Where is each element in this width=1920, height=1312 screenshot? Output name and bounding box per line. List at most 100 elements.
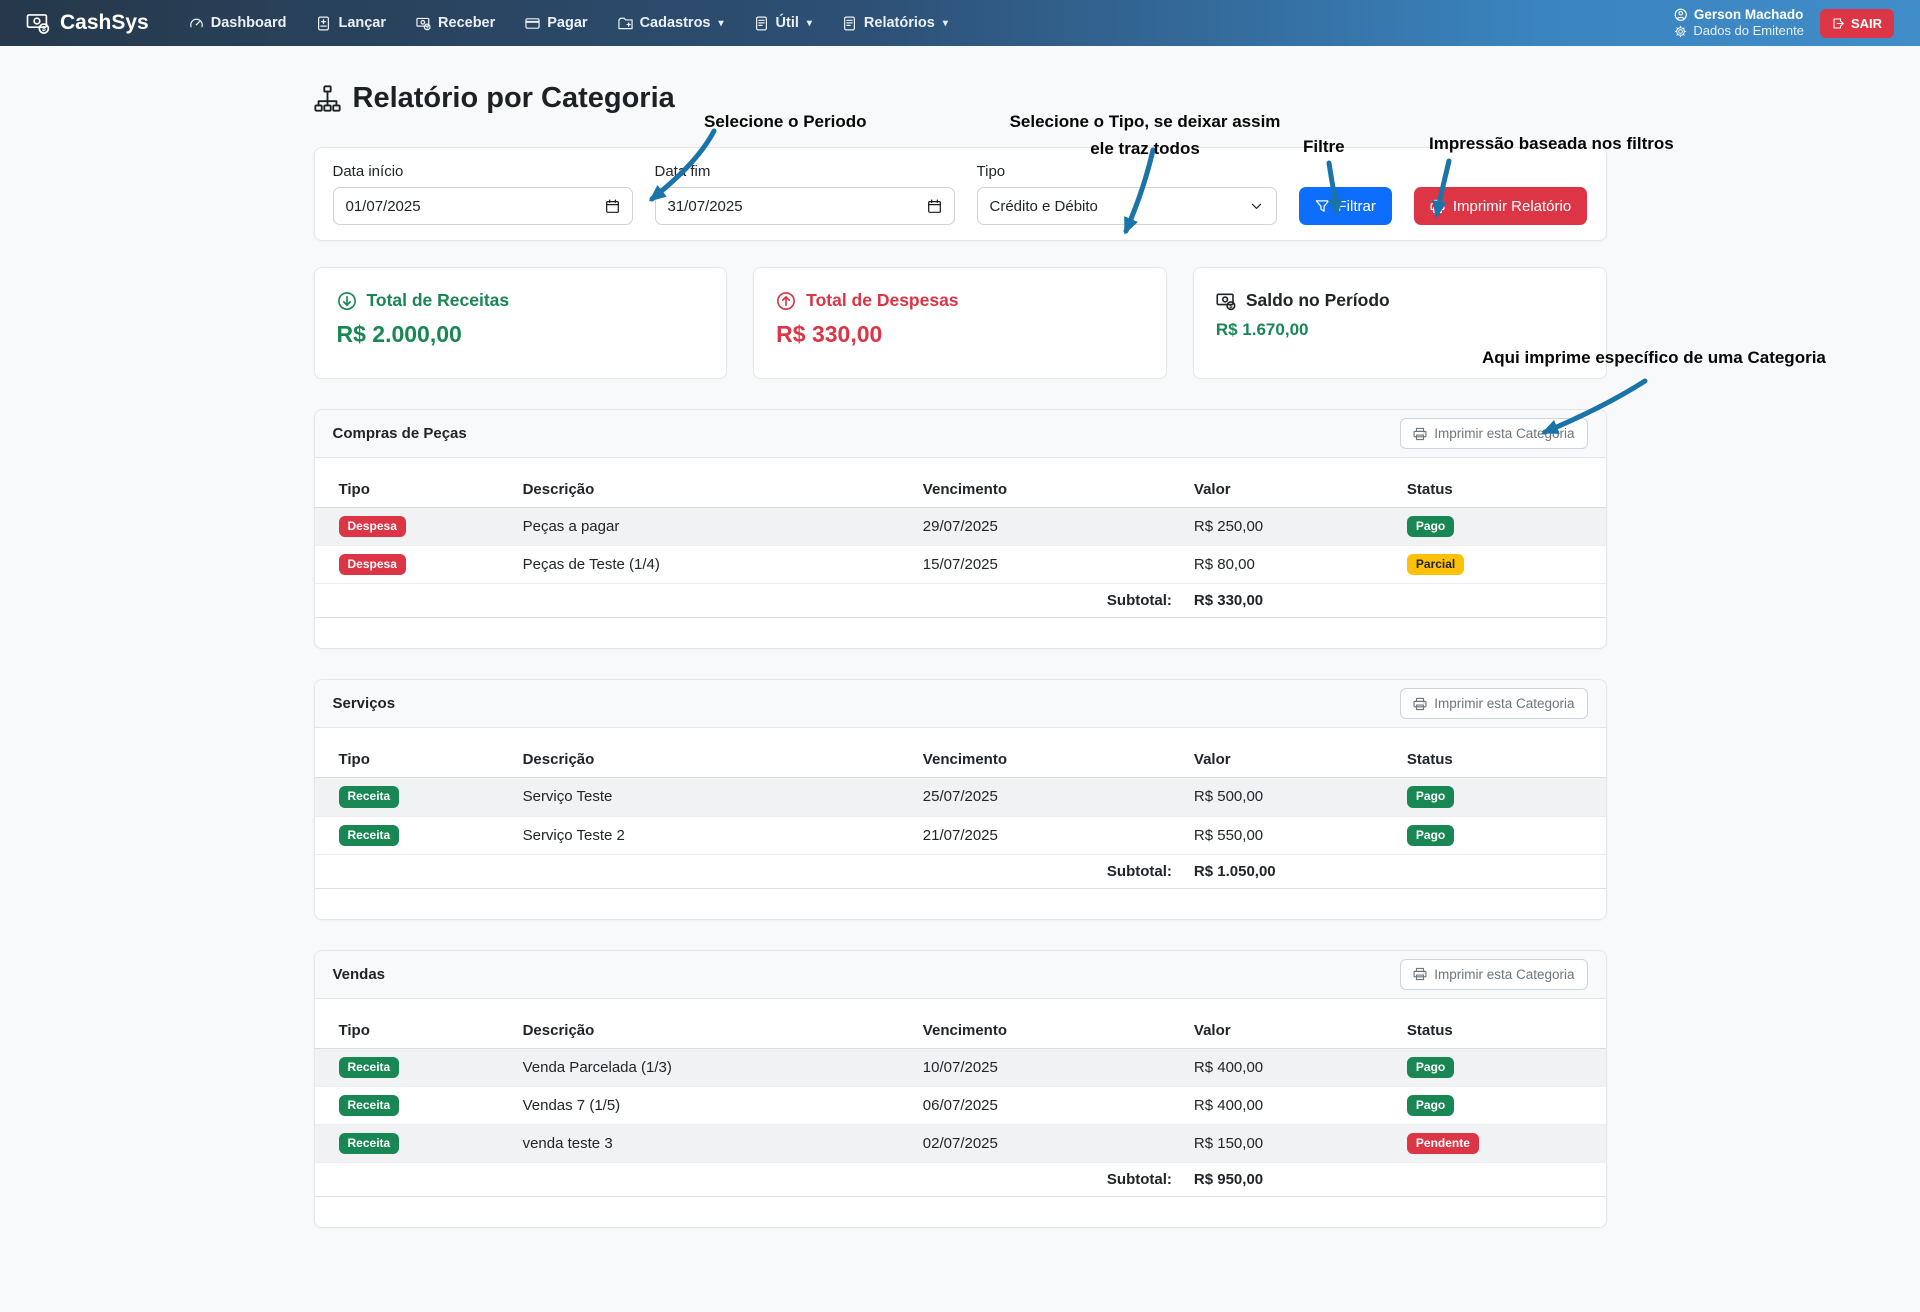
cell-descricao: Serviço Teste 2: [515, 816, 915, 854]
nav-item-cadastros[interactable]: Cadastros ▾: [618, 15, 724, 31]
col-descricao: Descrição: [515, 472, 915, 508]
print-category-button[interactable]: Imprimir esta Categoria: [1400, 959, 1587, 990]
journal-plus-icon: [316, 16, 331, 31]
printer-icon: [1413, 697, 1427, 711]
cell-vencimento: 29/07/2025: [915, 508, 1186, 546]
subtotal-row: Subtotal: R$ 330,00: [315, 584, 1606, 618]
page-title-label: Relatório por Categoria: [353, 82, 675, 115]
table-row: Despesa Peças a pagar 29/07/2025 R$ 250,…: [315, 508, 1606, 546]
print-report-button[interactable]: Imprimir Relatório: [1414, 187, 1587, 225]
cell-valor: R$ 550,00: [1186, 816, 1399, 854]
nav-item-pagar[interactable]: Pagar: [525, 15, 587, 31]
cell-valor: R$ 500,00: [1186, 778, 1399, 816]
col-valor: Valor: [1186, 472, 1399, 508]
end-date-input[interactable]: 31/07/2025: [655, 187, 955, 225]
nav-label: Receber: [438, 15, 495, 31]
nav-item-relatorios[interactable]: Relatórios ▾: [842, 15, 948, 31]
logout-label: SAIR: [1851, 16, 1882, 31]
table-row: Despesa Peças de Teste (1/4) 15/07/2025 …: [315, 546, 1606, 584]
journal-text-icon: [754, 16, 769, 31]
cell-descricao: venda teste 3: [515, 1125, 915, 1163]
tipo-badge: Receita: [339, 1133, 400, 1154]
col-tipo: Tipo: [315, 742, 515, 778]
printer-icon: [1430, 199, 1445, 214]
speedometer-icon: [189, 16, 204, 31]
calendar-icon[interactable]: [605, 199, 620, 214]
nav-label: Dashboard: [211, 15, 287, 31]
status-badge: Pago: [1407, 516, 1454, 537]
category-card-compras-de-pecas: Compras de Peças Imprimir esta Categoria…: [314, 409, 1607, 649]
tipo-field: Tipo Crédito e Débito: [977, 163, 1277, 225]
print-report-label: Imprimir Relatório: [1453, 198, 1571, 215]
subtotal-value: R$ 330,00: [1186, 584, 1399, 618]
nav-item-util[interactable]: Útil ▾: [754, 15, 812, 31]
cell-valor: R$ 150,00: [1186, 1125, 1399, 1163]
nav-label: Cadastros: [640, 15, 711, 31]
cell-descricao: Peças de Teste (1/4): [515, 546, 915, 584]
start-date-field: Data início 01/07/2025: [333, 163, 633, 225]
subtotal-row: Subtotal: R$ 950,00: [315, 1163, 1606, 1197]
person-circle-icon: [1674, 8, 1688, 22]
gear-icon: [1674, 25, 1687, 38]
col-status: Status: [1399, 472, 1606, 508]
end-date-field: Data fim 31/07/2025: [655, 163, 955, 225]
filter-button[interactable]: Filtrar: [1299, 187, 1392, 225]
col-vencimento: Vencimento: [915, 1013, 1186, 1049]
category-title: Compras de Peças: [333, 425, 467, 442]
category-card-vendas: Vendas Imprimir esta Categoria Tipo Desc…: [314, 950, 1607, 1229]
print-category-label: Imprimir esta Categoria: [1434, 696, 1574, 711]
col-vencimento: Vencimento: [915, 742, 1186, 778]
emitente-link[interactable]: Dados do Emitente: [1674, 23, 1804, 40]
table-row: Receita Vendas 7 (1/5) 06/07/2025 R$ 400…: [315, 1086, 1606, 1124]
nav-item-receber[interactable]: Receber: [416, 15, 495, 31]
category-table: Tipo Descrição Vencimento Valor Status D…: [315, 472, 1606, 618]
cell-vencimento: 25/07/2025: [915, 778, 1186, 816]
cell-valor: R$ 400,00: [1186, 1048, 1399, 1086]
chevron-down-icon: ▾: [807, 18, 812, 29]
nav-item-lancar[interactable]: Lançar: [316, 15, 386, 31]
annotation-categoria: Aqui imprime específico de uma Categoria: [1482, 348, 1826, 368]
tipo-select[interactable]: Crédito e Débito: [977, 187, 1277, 225]
annotation-filtre: Filtre: [1303, 137, 1345, 157]
category-card-servicos: Serviços Imprimir esta Categoria Tipo De…: [314, 679, 1607, 919]
calendar-icon[interactable]: [927, 199, 942, 214]
print-category-button[interactable]: Imprimir esta Categoria: [1400, 418, 1587, 449]
chevron-down-icon: [1249, 199, 1264, 214]
subtotal-row: Subtotal: R$ 1.050,00: [315, 854, 1606, 888]
table-header-row: Tipo Descrição Vencimento Valor Status: [315, 472, 1606, 508]
category-table: Tipo Descrição Vencimento Valor Status R…: [315, 1013, 1606, 1198]
table-row: Receita venda teste 3 02/07/2025 R$ 150,…: [315, 1125, 1606, 1163]
logout-button[interactable]: SAIR: [1820, 9, 1894, 38]
summary-row: Total de Receitas R$ 2.000,00 Total de D…: [314, 267, 1607, 379]
cell-vencimento: 06/07/2025: [915, 1086, 1186, 1124]
page-title: Relatório por Categoria: [314, 82, 1607, 115]
cell-vencimento: 02/07/2025: [915, 1125, 1186, 1163]
user-block: Gerson Machado Dados do Emitente: [1674, 6, 1804, 40]
tipo-badge: Despesa: [339, 516, 406, 537]
start-date-label: Data início: [333, 163, 633, 180]
chevron-down-icon: ▾: [719, 18, 724, 29]
tipo-badge: Receita: [339, 1095, 400, 1116]
start-date-input[interactable]: 01/07/2025: [333, 187, 633, 225]
print-category-button[interactable]: Imprimir esta Categoria: [1400, 688, 1587, 719]
user-name: Gerson Machado: [1674, 6, 1804, 24]
arrow-up-circle-icon: [776, 291, 796, 311]
total-despesas-value: R$ 330,00: [776, 321, 1144, 348]
annotation-tipo: Selecione o Tipo, se deixar assim ele tr…: [995, 108, 1295, 162]
start-date-value: 01/07/2025: [346, 198, 421, 215]
total-despesas-card: Total de Despesas R$ 330,00: [753, 267, 1167, 379]
subtotal-label: Subtotal:: [315, 854, 1186, 888]
folder-plus-icon: [618, 16, 633, 31]
table-header-row: Tipo Descrição Vencimento Valor Status: [315, 1013, 1606, 1049]
cell-descricao: Vendas 7 (1/5): [515, 1086, 915, 1124]
cell-descricao: Serviço Teste: [515, 778, 915, 816]
cell-vencimento: 10/07/2025: [915, 1048, 1186, 1086]
total-receitas-label: Total de Receitas: [367, 290, 510, 311]
nav-item-dashboard[interactable]: Dashboard: [189, 15, 287, 31]
app-brand[interactable]: CashSys: [26, 11, 149, 35]
print-category-label: Imprimir esta Categoria: [1434, 426, 1574, 441]
subtotal-label: Subtotal:: [315, 584, 1186, 618]
status-badge: Parcial: [1407, 554, 1464, 575]
cell-descricao: Peças a pagar: [515, 508, 915, 546]
tipo-label: Tipo: [977, 163, 1277, 180]
